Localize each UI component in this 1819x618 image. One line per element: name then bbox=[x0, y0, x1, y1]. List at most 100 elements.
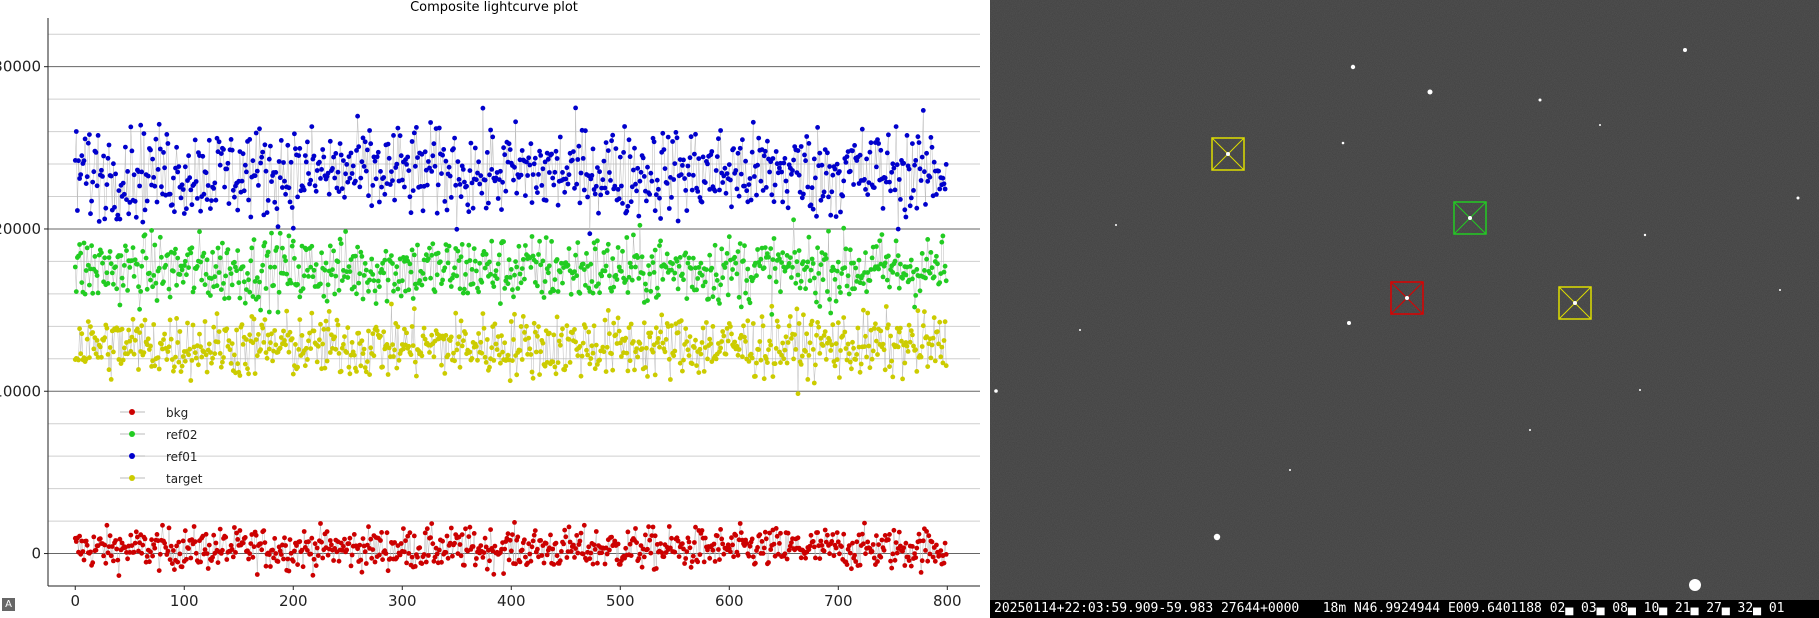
data-point bbox=[174, 316, 180, 321]
data-point bbox=[578, 530, 584, 536]
data-point bbox=[754, 273, 759, 278]
data-point bbox=[434, 210, 440, 216]
data-point bbox=[487, 364, 492, 370]
data-point bbox=[852, 143, 857, 148]
data-point bbox=[871, 185, 877, 191]
data-point bbox=[87, 282, 92, 288]
data-point bbox=[706, 296, 711, 302]
data-point bbox=[194, 264, 200, 269]
data-point bbox=[471, 531, 477, 536]
data-point bbox=[678, 318, 684, 324]
data-point bbox=[334, 317, 340, 323]
data-point bbox=[873, 321, 878, 327]
data-point bbox=[139, 169, 145, 175]
data-point bbox=[754, 360, 759, 366]
data-point bbox=[197, 229, 202, 235]
data-point bbox=[144, 554, 150, 559]
data-point bbox=[804, 331, 810, 337]
data-point bbox=[644, 198, 649, 204]
data-point bbox=[361, 346, 367, 352]
data-point bbox=[72, 264, 78, 270]
data-point bbox=[226, 201, 232, 207]
data-point bbox=[772, 361, 778, 367]
data-point bbox=[826, 194, 831, 200]
data-point bbox=[357, 542, 363, 548]
data-point bbox=[684, 208, 690, 214]
data-point bbox=[361, 273, 367, 278]
data-point bbox=[772, 266, 778, 271]
data-point bbox=[510, 287, 515, 293]
data-point bbox=[808, 532, 814, 538]
data-point bbox=[385, 372, 391, 377]
data-point bbox=[592, 191, 598, 197]
data-point bbox=[551, 562, 557, 567]
data-point bbox=[268, 264, 273, 270]
data-point bbox=[179, 182, 185, 188]
data-point bbox=[864, 156, 869, 162]
data-point bbox=[738, 530, 744, 535]
data-point bbox=[143, 255, 149, 261]
data-point bbox=[726, 162, 732, 168]
lightcurve-chart[interactable]: Composite lightcurve plot010000200003000… bbox=[0, 0, 990, 618]
data-point bbox=[91, 346, 97, 352]
data-point bbox=[613, 332, 619, 338]
data-point bbox=[834, 530, 840, 535]
data-point bbox=[96, 219, 102, 224]
data-point bbox=[602, 561, 608, 567]
data-point bbox=[700, 325, 706, 331]
data-point bbox=[182, 258, 188, 264]
data-point bbox=[120, 180, 126, 186]
data-point bbox=[256, 332, 261, 337]
data-point bbox=[411, 533, 417, 539]
data-point bbox=[511, 337, 516, 342]
data-point bbox=[523, 193, 528, 199]
data-point bbox=[133, 529, 139, 535]
data-point bbox=[356, 144, 362, 150]
data-point bbox=[729, 204, 734, 210]
data-point bbox=[645, 546, 650, 552]
data-point bbox=[88, 211, 93, 217]
corner-a-button[interactable]: A bbox=[2, 598, 15, 611]
data-point bbox=[791, 356, 796, 362]
data-point bbox=[240, 151, 246, 157]
data-point bbox=[729, 276, 734, 281]
data-point bbox=[421, 325, 427, 331]
sky-image-panel[interactable]: 20250114+22:03:59.909-59.983 27644+0000 … bbox=[990, 0, 1819, 618]
data-point bbox=[133, 214, 139, 220]
data-point bbox=[384, 298, 390, 304]
data-point bbox=[491, 571, 497, 577]
data-point bbox=[531, 161, 537, 167]
data-point bbox=[689, 187, 695, 193]
data-point bbox=[443, 333, 449, 338]
data-point bbox=[803, 158, 808, 164]
data-point bbox=[119, 326, 125, 332]
data-point bbox=[930, 335, 936, 341]
data-point bbox=[587, 361, 593, 367]
data-point bbox=[241, 188, 247, 194]
data-point bbox=[319, 539, 324, 545]
data-point bbox=[731, 554, 736, 560]
data-point bbox=[526, 335, 532, 341]
data-point bbox=[862, 177, 867, 182]
data-point bbox=[615, 245, 621, 250]
data-point bbox=[821, 189, 827, 195]
data-point bbox=[259, 547, 265, 553]
data-point bbox=[409, 247, 415, 253]
data-point bbox=[724, 251, 730, 256]
data-point bbox=[789, 336, 794, 341]
data-point bbox=[847, 359, 853, 365]
data-point bbox=[104, 270, 110, 276]
data-point bbox=[823, 256, 829, 261]
data-point bbox=[847, 168, 853, 174]
data-point bbox=[176, 359, 182, 365]
data-point bbox=[580, 261, 586, 267]
data-point bbox=[555, 202, 561, 208]
data-point bbox=[494, 276, 500, 282]
sky-image[interactable] bbox=[990, 0, 1819, 600]
data-point bbox=[125, 556, 130, 562]
data-point bbox=[422, 276, 428, 282]
data-point bbox=[539, 183, 545, 188]
data-point bbox=[276, 159, 282, 164]
data-point bbox=[910, 544, 915, 549]
data-point bbox=[458, 318, 464, 324]
